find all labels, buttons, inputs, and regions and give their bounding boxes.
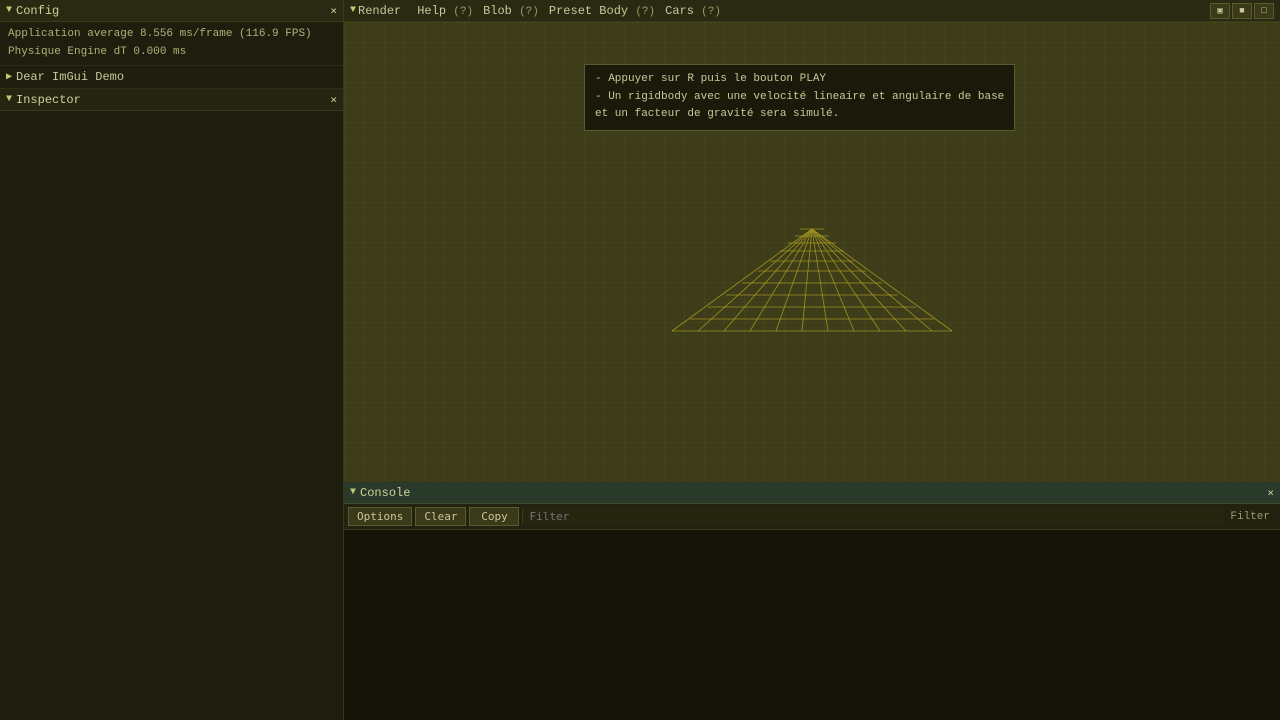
left-panel: ▼ Config × Application average 8.556 ms/… <box>0 0 344 720</box>
inspector-title: Inspector <box>16 93 81 107</box>
console-title: Console <box>360 486 410 500</box>
console-header: ▼ Console × <box>344 482 1280 504</box>
config-title-group: ▼ Config <box>6 4 59 18</box>
console-panel: ▼ Console × Options Clear Copy Filter <box>344 482 1280 720</box>
copy-button[interactable]: Copy <box>469 507 519 526</box>
menu-help[interactable]: Help (?) <box>413 3 477 19</box>
render-controls: ▣ ■ □ <box>1210 3 1274 19</box>
stats-line2: Physique Engine dT 0.000 ms <box>8 44 335 62</box>
dear-imgui-section[interactable]: ▶ Dear ImGui Demo <box>0 65 343 88</box>
menu-cars[interactable]: Cars (?) <box>661 3 725 19</box>
dear-imgui-arrow: ▶ <box>6 71 12 83</box>
config-header: ▼ Config × <box>0 0 343 22</box>
render-btn-3[interactable]: □ <box>1254 3 1274 19</box>
render-viewport[interactable]: - Appuyer sur R puis le bouton PLAY - Un… <box>344 22 1280 481</box>
console-content[interactable] <box>344 530 1280 720</box>
options-button[interactable]: Options <box>348 507 412 526</box>
stats-area: Application average 8.556 ms/frame (116.… <box>0 22 343 65</box>
grid-3d-visualization <box>652 171 972 351</box>
menu-blob[interactable]: Blob (?) <box>479 3 543 19</box>
console-collapse-arrow[interactable]: ▼ <box>350 487 356 498</box>
tooltip-line1: - Appuyer sur R puis le bouton PLAY <box>595 71 1004 89</box>
render-btn-2[interactable]: ■ <box>1232 3 1252 19</box>
render-menu: ▼ Render Help (?) Blob (?) Preset Body (… <box>350 3 725 19</box>
config-title: Config <box>16 4 59 18</box>
inspector-collapse-arrow[interactable]: ▼ <box>6 94 12 105</box>
inspector-title-group: ▼ Inspector <box>6 93 81 107</box>
stats-line1: Application average 8.556 ms/frame (116.… <box>8 26 335 44</box>
filter-label: Filter <box>1224 511 1276 523</box>
inspector-close-button[interactable]: × <box>330 93 337 106</box>
tooltip-box: - Appuyer sur R puis le bouton PLAY - Un… <box>584 64 1015 131</box>
inspector-header: ▼ Inspector × <box>0 89 343 111</box>
tooltip-line3: et un facteur de gravité sera simulé. <box>595 106 1004 124</box>
clear-button[interactable]: Clear <box>415 507 466 526</box>
render-panel: ▼ Render Help (?) Blob (?) Preset Body (… <box>344 0 1280 482</box>
config-collapse-arrow[interactable]: ▼ <box>6 5 12 16</box>
render-header: ▼ Render Help (?) Blob (?) Preset Body (… <box>344 0 1280 22</box>
tooltip-line2: - Un rigidbody avec une velocité lineair… <box>595 89 1004 107</box>
render-btn-1[interactable]: ▣ <box>1210 3 1230 19</box>
console-close-button[interactable]: × <box>1267 486 1274 499</box>
config-close-button[interactable]: × <box>330 4 337 17</box>
render-collapse-arrow[interactable]: ▼ <box>350 5 356 16</box>
filter-area: Filter <box>522 508 1276 525</box>
inspector-section: ▼ Inspector × <box>0 88 343 720</box>
console-toolbar: Options Clear Copy Filter <box>344 504 1280 530</box>
dear-imgui-label: Dear ImGui Demo <box>16 70 124 84</box>
console-title-group: ▼ Console <box>350 486 410 500</box>
main-area: ▼ Render Help (?) Blob (?) Preset Body (… <box>344 0 1280 720</box>
render-title: Render <box>358 4 401 18</box>
filter-input[interactable] <box>522 508 1224 525</box>
menu-preset-body[interactable]: Preset Body (?) <box>545 3 659 19</box>
